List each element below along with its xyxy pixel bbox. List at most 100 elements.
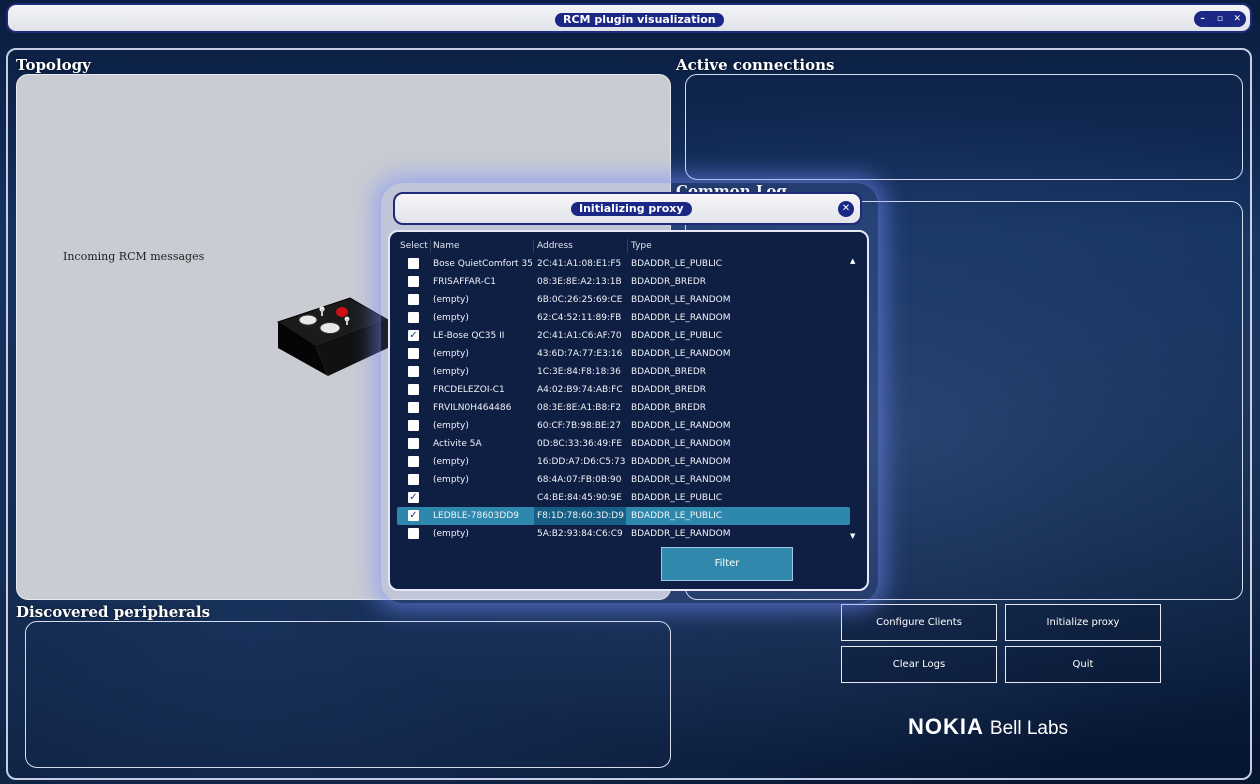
table-row[interactable]: ✓ C4:BE:84:45:90:9E BDADDR_LE_PUBLIC <box>397 489 850 507</box>
address-cell: 08:3E:8E:A2:13:1B <box>537 277 622 287</box>
checkbox[interactable] <box>408 420 419 431</box>
checkbox[interactable] <box>408 276 419 287</box>
table-row[interactable]: FRCDELEZOI-C1 A4:02:B9:74:AB:FC BDADDR_BRE… <box>397 381 850 399</box>
incoming-rcm-label: Incoming RCM messages <box>63 250 205 263</box>
address-cell: 68:4A:07:FB:0B:90 <box>537 475 622 485</box>
scroll-up-icon[interactable]: ▲ <box>850 257 855 265</box>
checkbox[interactable] <box>408 366 419 377</box>
table-row[interactable]: FRVILN0H464486 08:3E:8E:A1:B8:F2 BDADDR_BR… <box>397 399 850 417</box>
checkbox-checked[interactable]: ✓ <box>408 510 419 521</box>
dialog-titlebar[interactable]: Initializing proxy ✕ <box>393 192 862 225</box>
discovered-peripherals-title: Discovered peripherals <box>16 603 211 621</box>
address-cell: C4:BE:84:45:90:9E <box>537 493 622 503</box>
table-row[interactable]: (empty) 5A:B2:93:84:C6:C9 BDADDR_LE_RANDOM <box>397 525 850 543</box>
address-cell: 43:6D:7A:77:E3:16 <box>537 349 623 359</box>
type-cell: BDADDR_BREDR <box>631 277 707 287</box>
table-row[interactable]: (empty) 6B:0C:26:25:69:CE BDADDR_LE_RANDOM <box>397 291 850 309</box>
logo-brand: NOKIA <box>908 714 984 739</box>
table-row[interactable]: (empty) 1C:3E:84:F8:18:36 BDADDR_BREDR <box>397 363 850 381</box>
checkbox-checked[interactable]: ✓ <box>408 330 419 341</box>
address-cell: F8:1D:78:60:3D:D9 <box>537 511 624 521</box>
logo-suffix: Bell Labs <box>989 718 1069 739</box>
filter-button[interactable]: Filter <box>661 547 793 581</box>
address-cell: 2C:41:A1:08:E1:F5 <box>537 259 622 269</box>
type-cell: BDADDR_LE_RANDOM <box>631 457 731 467</box>
checkbox[interactable] <box>408 474 419 485</box>
checkbox[interactable] <box>408 402 419 413</box>
name-cell: (empty) <box>433 313 469 323</box>
name-cell: (empty) <box>433 457 469 467</box>
address-cell: 60:CF:7B:98:BE:27 <box>537 421 622 431</box>
table-row[interactable]: ✓ LE-Bose QC35 II 2C:41:A1:C6:AF:70 BDADDR_… <box>397 327 850 345</box>
type-cell: BDADDR_LE_PUBLIC <box>631 259 723 269</box>
type-cell: BDADDR_LE_PUBLIC <box>631 493 723 503</box>
type-cell: BDADDR_LE_RANDOM <box>631 295 731 305</box>
table-row[interactable]: Bose QuietComfort 35 2C:41:A1:08:E1:F5 BDA… <box>397 255 850 273</box>
name-cell: FRISAFFAR-C1 <box>433 277 496 287</box>
name-cell: Bose QuietComfort 35 <box>433 259 533 269</box>
name-cell: LE-Bose QC35 II <box>433 331 505 341</box>
name-cell: (empty) <box>433 367 469 377</box>
checkbox[interactable] <box>408 258 419 269</box>
type-cell: BDADDR_LE_RANDOM <box>631 349 731 359</box>
table-row[interactable]: (empty) 43:6D:7A:77:E3:16 BDADDR_LE_RANDOM <box>397 345 850 363</box>
type-cell: BDADDR_LE_RANDOM <box>631 313 731 323</box>
col-select-header[interactable]: Select <box>400 239 431 253</box>
checkbox[interactable] <box>408 384 419 395</box>
active-connections-panel[interactable] <box>685 74 1243 180</box>
type-cell: BDADDR_LE_RANDOM <box>631 529 731 539</box>
scroll-down-icon[interactable]: ▼ <box>850 532 855 540</box>
name-cell: Activite 5A <box>433 439 482 449</box>
table-row[interactable]: ✓ LEDBLE-78603DD9 F8:1D:78:60:3D:D9 BDADDR_… <box>397 507 850 525</box>
clear-logs-button[interactable]: Clear Logs <box>841 646 997 683</box>
col-address-header[interactable]: Address <box>537 239 628 253</box>
type-cell: BDADDR_BREDR <box>631 403 707 413</box>
col-type-header[interactable]: Type <box>631 239 850 253</box>
table-header: Select Name Address Type <box>398 239 850 253</box>
dialog-close-icon[interactable]: ✕ <box>838 201 854 217</box>
maximize-icon[interactable]: ▫ <box>1213 14 1227 24</box>
name-cell: (empty) <box>433 475 469 485</box>
table-row[interactable]: (empty) 68:4A:07:FB:0B:90 BDADDR_LE_RANDOM <box>397 471 850 489</box>
checkbox[interactable] <box>408 438 419 449</box>
window-titlebar[interactable]: RCM plugin visualization – ▫ ✕ <box>6 3 1252 33</box>
address-cell: 0D:8C:33:36:49:FE <box>537 439 623 449</box>
name-cell: LEDBLE-78603DD9 <box>433 511 519 521</box>
address-cell: 5A:B2:93:84:C6:C9 <box>537 529 623 539</box>
active-connections-title: Active connections <box>676 56 835 74</box>
address-cell: 08:3E:8E:A1:B8:F2 <box>537 403 622 413</box>
address-cell: 16:DD:A7:D6:C5:73 <box>537 457 626 467</box>
checkbox[interactable] <box>408 528 419 539</box>
name-cell: (empty) <box>433 529 469 539</box>
checkbox[interactable] <box>408 456 419 467</box>
table-row[interactable]: Activite 5A 0D:8C:33:36:49:FE BDADDR_LE_RA… <box>397 435 850 453</box>
close-icon[interactable]: ✕ <box>1230 14 1244 24</box>
dialog-title: Initializing proxy <box>571 202 692 216</box>
configure-clients-button[interactable]: Configure Clients <box>841 604 997 641</box>
checkbox[interactable] <box>408 312 419 323</box>
type-cell: BDADDR_BREDR <box>631 385 707 395</box>
address-cell: 1C:3E:84:F8:18:36 <box>537 367 621 377</box>
type-cell: BDADDR_LE_PUBLIC <box>631 511 723 521</box>
name-cell: FRVILN0H464486 <box>433 403 512 413</box>
table-row[interactable]: FRISAFFAR-C1 08:3E:8E:A2:13:1B BDADDR_BRED… <box>397 273 850 291</box>
window-controls: – ▫ ✕ <box>1194 11 1246 27</box>
address-cell: 2C:41:A1:C6:AF:70 <box>537 331 622 341</box>
minimize-icon[interactable]: – <box>1196 14 1210 24</box>
table-row[interactable]: (empty) 16:DD:A7:D6:C5:73 BDADDR_LE_RANDOM <box>397 453 850 471</box>
name-cell: FRCDELEZOI-C1 <box>433 385 505 395</box>
col-name-header[interactable]: Name <box>433 239 534 253</box>
checkbox[interactable] <box>408 348 419 359</box>
table-row[interactable]: (empty) 62:C4:52:11:89:FB BDADDR_LE_RANDOM <box>397 309 850 327</box>
checkbox-checked[interactable]: ✓ <box>408 492 419 503</box>
quit-button[interactable]: Quit <box>1005 646 1161 683</box>
discovered-peripherals-panel[interactable] <box>25 621 671 768</box>
checkbox[interactable] <box>408 294 419 305</box>
type-cell: BDADDR_BREDR <box>631 367 707 377</box>
initialize-proxy-button[interactable]: Initialize proxy <box>1005 604 1161 641</box>
type-cell: BDADDR_LE_RANDOM <box>631 439 731 449</box>
table-row[interactable]: (empty) 60:CF:7B:98:BE:27 BDADDR_LE_RANDOM <box>397 417 850 435</box>
window-title: RCM plugin visualization <box>555 13 724 27</box>
topology-title: Topology <box>16 56 91 74</box>
address-cell: 62:C4:52:11:89:FB <box>537 313 622 323</box>
